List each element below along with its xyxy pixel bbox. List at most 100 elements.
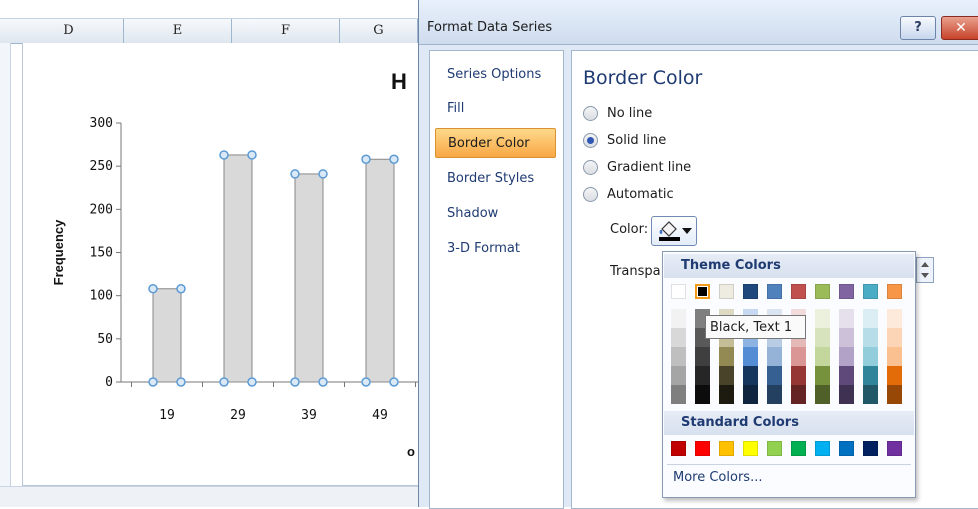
selection-handle-marker xyxy=(247,377,257,387)
theme-shade-swatch[interactable] xyxy=(695,385,710,404)
theme-shade-swatch[interactable] xyxy=(887,366,902,385)
theme-shade-swatch[interactable] xyxy=(839,347,854,366)
theme-shade-swatch[interactable] xyxy=(863,366,878,385)
column-header-g[interactable]: G xyxy=(340,19,418,43)
close-button[interactable]: ✕ xyxy=(941,16,978,40)
theme-shade-swatch[interactable] xyxy=(863,309,878,328)
theme-shade-swatch[interactable] xyxy=(743,385,758,404)
row-gutter xyxy=(0,43,11,507)
theme-shade-swatch[interactable] xyxy=(839,328,854,347)
theme-colors-header: Theme Colors xyxy=(664,254,914,278)
theme-shade-swatch[interactable] xyxy=(887,347,902,366)
standard-color-swatch[interactable] xyxy=(815,441,830,456)
theme-shade-swatch[interactable] xyxy=(671,385,686,404)
theme-shade-swatch[interactable] xyxy=(815,366,830,385)
theme-shade-swatch[interactable] xyxy=(839,366,854,385)
theme-shade-swatch[interactable] xyxy=(671,347,686,366)
column-header-d[interactable]: D xyxy=(14,19,124,43)
theme-shade-swatch[interactable] xyxy=(767,347,782,366)
solid-line-option[interactable]: Solid line xyxy=(583,133,666,153)
standard-color-swatch[interactable] xyxy=(743,441,758,456)
theme-shade-swatch[interactable] xyxy=(743,347,758,366)
theme-shade-swatch[interactable] xyxy=(887,385,902,404)
standard-color-swatch[interactable] xyxy=(695,441,710,456)
theme-shade-swatch[interactable] xyxy=(887,309,902,328)
selection-handle-marker xyxy=(176,284,186,294)
standard-color-swatch[interactable] xyxy=(719,441,734,456)
dialog-titlebar[interactable]: Format Data Series ? ✕ xyxy=(419,0,978,45)
nav-border-styles[interactable]: Border Styles xyxy=(435,164,556,194)
theme-color-swatch[interactable] xyxy=(671,284,686,299)
theme-shade-swatch[interactable] xyxy=(791,347,806,366)
theme-shade-swatch[interactable] xyxy=(767,366,782,385)
theme-shade-swatch[interactable] xyxy=(815,385,830,404)
nav-shadow[interactable]: Shadow xyxy=(435,199,556,229)
theme-shade-swatch[interactable] xyxy=(719,366,734,385)
theme-color-swatch[interactable] xyxy=(695,284,710,299)
theme-color-swatch[interactable] xyxy=(839,284,854,299)
theme-shade-swatch[interactable] xyxy=(815,328,830,347)
theme-shade-swatch[interactable] xyxy=(791,366,806,385)
histogram-bar xyxy=(152,288,182,383)
gradient-line-option[interactable]: Gradient line xyxy=(583,160,691,180)
y-tick-label: 100 xyxy=(90,289,113,304)
nav-fill[interactable]: Fill xyxy=(435,94,556,124)
column-header-f[interactable]: F xyxy=(232,19,340,43)
theme-shade-swatch[interactable] xyxy=(815,347,830,366)
y-tick-label: 200 xyxy=(90,202,113,217)
chart-area[interactable]: H Frequency 0 50 100 150 200 250 300 19 29 39 49 o xyxy=(22,43,418,486)
column-header-e[interactable]: E xyxy=(124,19,232,43)
nav-3d-format[interactable]: 3-D Format xyxy=(435,234,556,264)
gradient-line-radio[interactable] xyxy=(583,160,598,175)
selection-handle-marker xyxy=(361,154,371,165)
automatic-radio[interactable] xyxy=(583,187,598,202)
theme-shade-swatch[interactable] xyxy=(839,385,854,404)
category-nav: Series Options Fill Border Color Border … xyxy=(429,50,564,509)
theme-shade-swatch[interactable] xyxy=(863,385,878,404)
standard-color-swatch[interactable] xyxy=(863,441,878,456)
theme-shade-swatch[interactable] xyxy=(791,385,806,404)
theme-color-swatch[interactable] xyxy=(743,284,758,299)
theme-color-swatch[interactable] xyxy=(815,284,830,299)
theme-shade-swatch[interactable] xyxy=(671,366,686,385)
theme-color-swatch[interactable] xyxy=(767,284,782,299)
more-colors-link[interactable]: More Colors... xyxy=(673,470,762,485)
solid-line-radio[interactable] xyxy=(583,133,598,148)
no-line-option[interactable]: No line xyxy=(583,106,652,126)
theme-shade-swatch[interactable] xyxy=(863,347,878,366)
theme-shade-swatch[interactable] xyxy=(743,366,758,385)
theme-color-swatch[interactable] xyxy=(719,284,734,299)
standard-color-swatch[interactable] xyxy=(791,441,806,456)
x-axis-label: o xyxy=(407,444,415,459)
automatic-option[interactable]: Automatic xyxy=(583,187,674,207)
theme-shade-swatch[interactable] xyxy=(695,347,710,366)
excel-worksheet: D E F G H Frequency 0 50 100 150 200 250 300 19 29… xyxy=(0,0,418,507)
theme-shade-swatch[interactable] xyxy=(671,309,686,328)
nav-border-color[interactable]: Border Color xyxy=(435,128,556,158)
solid-line-label: Solid line xyxy=(607,133,667,148)
theme-shade-swatch[interactable] xyxy=(719,385,734,404)
theme-color-swatch[interactable] xyxy=(887,284,902,299)
theme-shade-swatch[interactable] xyxy=(695,366,710,385)
transparency-spinner[interactable] xyxy=(916,257,934,283)
theme-color-swatch[interactable] xyxy=(863,284,878,299)
theme-shade-swatch[interactable] xyxy=(839,309,854,328)
selection-handle-marker xyxy=(290,377,300,387)
theme-shade-swatch[interactable] xyxy=(719,347,734,366)
theme-shade-swatch[interactable] xyxy=(767,385,782,404)
theme-color-swatch[interactable] xyxy=(791,284,806,299)
standard-color-swatch[interactable] xyxy=(671,441,686,456)
no-line-radio[interactable] xyxy=(583,106,598,121)
theme-shade-swatch[interactable] xyxy=(887,328,902,347)
theme-shade-swatch[interactable] xyxy=(671,328,686,347)
histogram-chart[interactable]: H Frequency 0 50 100 150 200 250 300 19 29 39 49 o xyxy=(23,43,418,485)
theme-shade-swatch[interactable] xyxy=(863,328,878,347)
nav-series-options[interactable]: Series Options xyxy=(435,60,556,90)
column-headers: D E F G xyxy=(0,18,418,44)
standard-color-swatch[interactable] xyxy=(767,441,782,456)
standard-color-swatch[interactable] xyxy=(839,441,854,456)
color-picker-button[interactable] xyxy=(651,216,697,246)
standard-color-swatch[interactable] xyxy=(887,441,902,456)
theme-shade-swatch[interactable] xyxy=(815,309,830,328)
help-button[interactable]: ? xyxy=(900,16,936,40)
